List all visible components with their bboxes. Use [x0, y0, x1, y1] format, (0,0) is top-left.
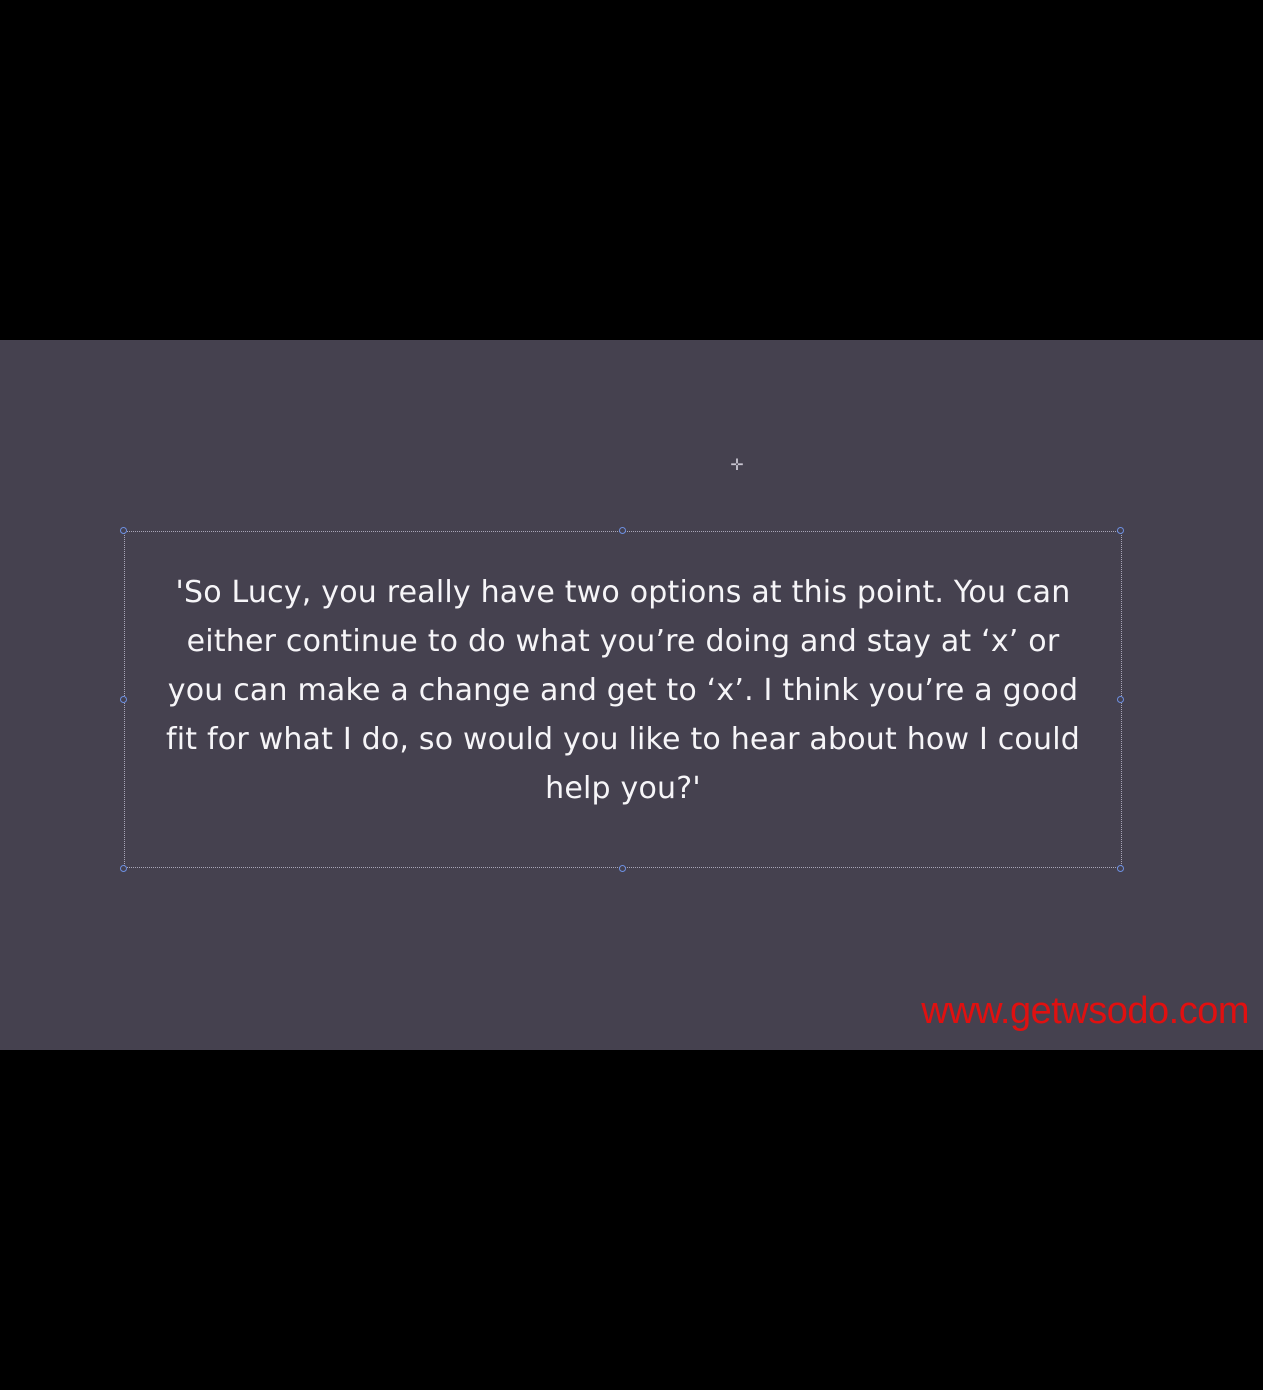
- resize-handle-bottom-right[interactable]: [1117, 865, 1124, 872]
- slide-canvas: ✛ 'So Lucy, you really have two options …: [0, 340, 1263, 1050]
- watermark-url: www.getwsodo.com: [921, 990, 1249, 1032]
- quote-text[interactable]: 'So Lucy, you really have two options at…: [155, 568, 1091, 813]
- move-crosshair-icon: ✛: [730, 455, 744, 474]
- resize-handle-top-right[interactable]: [1117, 527, 1124, 534]
- resize-handle-bottom-left[interactable]: [120, 865, 127, 872]
- resize-handle-middle-right[interactable]: [1117, 696, 1124, 703]
- resize-handle-middle-left[interactable]: [120, 696, 127, 703]
- resize-handle-bottom-middle[interactable]: [619, 865, 626, 872]
- resize-handle-top-middle[interactable]: [619, 527, 626, 534]
- resize-handle-top-left[interactable]: [120, 527, 127, 534]
- text-box-selection[interactable]: 'So Lucy, you really have two options at…: [120, 527, 1124, 872]
